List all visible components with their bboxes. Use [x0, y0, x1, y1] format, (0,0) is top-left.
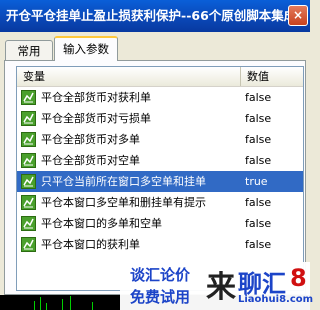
parameter-icon [21, 132, 36, 147]
column-header-variable[interactable]: 变量 [17, 67, 241, 86]
tab-common-label: 常用 [17, 44, 41, 58]
table-row[interactable]: 只平仓当前所在窗口多空单和挂单 true [17, 171, 303, 192]
parameter-name: 平仓全部货币对多单 [41, 133, 140, 146]
parameter-value[interactable]: false [245, 108, 271, 129]
watermark-domain: Liaohui8.com [238, 294, 314, 305]
parameter-icon [21, 153, 36, 168]
parameters-table: 变量 数值 平仓全部货币对获利单 false 平仓全部货币对亏损单 false 平仓全部… [16, 66, 304, 291]
column-header-value[interactable]: 数值 [241, 67, 303, 86]
parameter-icon [21, 90, 36, 105]
window-title-bar: 开仓平仓挂单止盈止损获利保护--66个原创脚本集成-- [0, 0, 310, 32]
table-header: 变量 数值 [17, 67, 303, 87]
parameter-name: 平仓本窗口多空单和删挂单有提示 [41, 196, 206, 209]
parameter-icon [21, 195, 36, 210]
close-button[interactable]: × [288, 5, 308, 26]
parameter-icon [21, 111, 36, 126]
table-row[interactable]: 平仓本窗口多空单和删挂单有提示 false [17, 192, 303, 213]
watermark-big-char: 来 [206, 270, 236, 305]
parameter-name: 平仓全部货币对亏损单 [41, 112, 151, 125]
close-icon: × [292, 8, 304, 22]
parameter-value[interactable]: false [245, 192, 271, 213]
watermark-line1: 谈汇论价 [130, 266, 191, 284]
parameter-icon [21, 237, 36, 252]
parameter-value[interactable]: false [245, 234, 271, 255]
table-body: 平仓全部货币对获利单 false 平仓全部货币对亏损单 false 平仓全部货币对多单 f… [17, 87, 303, 255]
chart-bar [40, 297, 41, 310]
parameter-value[interactable]: true [245, 171, 268, 192]
watermark-line2: 免费试用 [130, 288, 191, 306]
parameter-value[interactable]: false [245, 129, 271, 150]
tab-input-parameters-label: 输入参数 [63, 42, 109, 56]
parameter-value[interactable]: false [245, 87, 271, 108]
table-row[interactable]: 平仓全部货币对多单 false [17, 129, 303, 150]
table-row[interactable]: 平仓全部货币对获利单 false [17, 87, 303, 108]
parameter-icon [21, 174, 36, 189]
parameter-name: 平仓本窗口的多单和空单 [41, 217, 162, 230]
tab-common[interactable]: 常用 [5, 40, 53, 60]
parameter-name: 平仓全部货币对获利单 [41, 91, 151, 104]
parameter-name: 平仓本窗口的获利单 [41, 238, 140, 251]
parameter-value[interactable]: false [245, 150, 271, 171]
parameter-name: 平仓全部货币对空单 [41, 154, 140, 167]
chart-bar [92, 302, 93, 310]
table-row[interactable]: 平仓全部货币对亏损单 false [17, 108, 303, 129]
table-row[interactable]: 平仓全部货币对空单 false [17, 150, 303, 171]
chart-bar [62, 299, 63, 310]
parameter-value[interactable]: false [245, 213, 271, 234]
parameter-name: 只平仓当前所在窗口多空单和挂单 [41, 175, 206, 188]
table-row[interactable]: 平仓本窗口的多单和空单 false [17, 213, 303, 234]
watermark-brand-digit: 8 [290, 264, 307, 292]
watermark-banner: 谈汇论价 免费试用 来 聊汇 8 Liaohui8.com [120, 262, 314, 310]
tab-input-parameters[interactable]: 输入参数 [54, 36, 118, 61]
chart-bar [34, 301, 35, 310]
parameter-icon [21, 216, 36, 231]
chart-bar [46, 303, 47, 310]
window-title: 开仓平仓挂单止盈止损获利保护--66个原创脚本集成-- [6, 8, 307, 23]
chart-bar [70, 296, 71, 310]
table-row[interactable]: 平仓本窗口的获利单 false [17, 234, 303, 255]
